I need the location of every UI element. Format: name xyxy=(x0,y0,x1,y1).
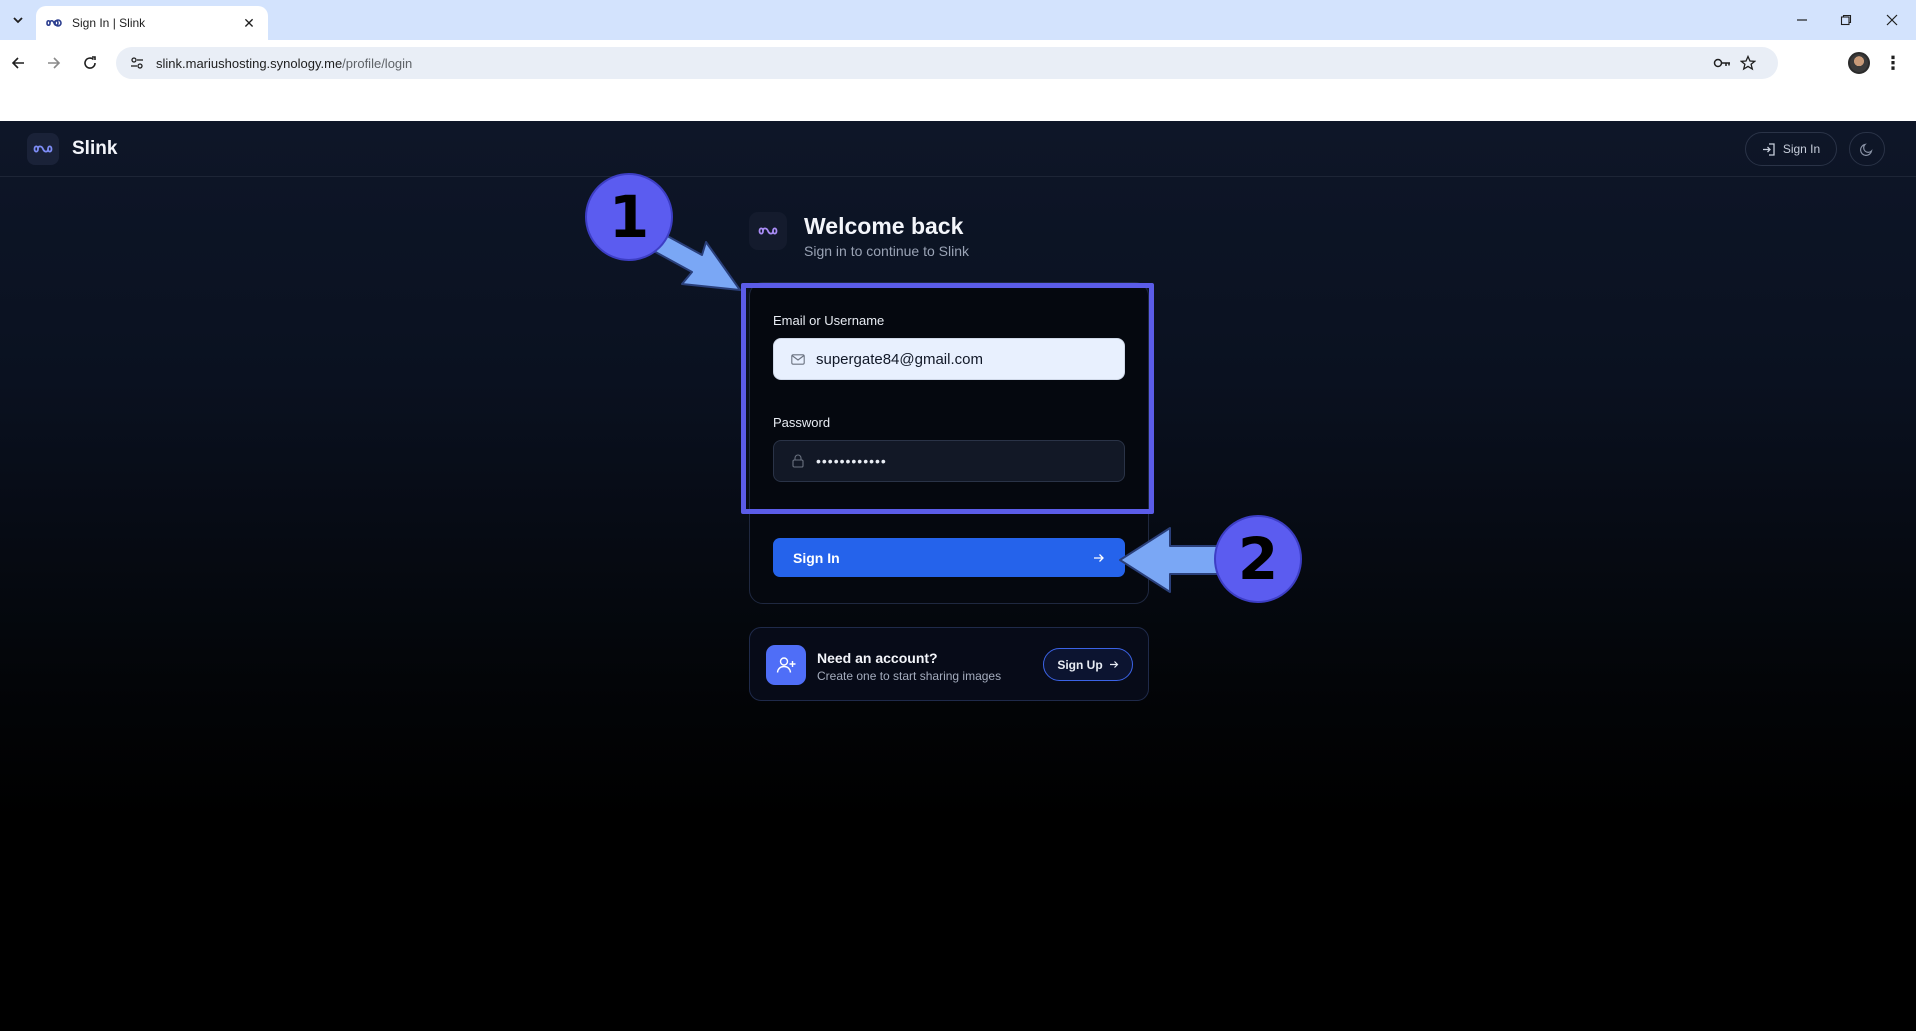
page-title: Welcome back xyxy=(804,213,964,239)
toolbar-spacer xyxy=(0,86,1916,121)
signup-button[interactable]: Sign Up xyxy=(1043,648,1133,681)
page-subtitle: Sign in to continue to Slink xyxy=(804,243,969,259)
restore-button[interactable] xyxy=(1832,8,1860,32)
add-user-icon xyxy=(766,645,806,685)
password-key-icon[interactable] xyxy=(1712,53,1732,73)
browser-tabstrip: Sign In | Slink ✕ xyxy=(0,0,1916,40)
step-2-number: 2 xyxy=(1237,525,1279,593)
url-host: slink.mariushosting.synology.me xyxy=(156,55,343,71)
address-bar[interactable]: slink.mariushosting.synology.me/profile/… xyxy=(116,47,1778,79)
forward-button[interactable] xyxy=(41,50,67,76)
browser-tab[interactable]: Sign In | Slink ✕ xyxy=(36,6,268,40)
restore-icon xyxy=(1840,14,1852,26)
minimize-icon xyxy=(1797,19,1807,21)
arrow-left-icon xyxy=(11,57,24,69)
reload-button[interactable] xyxy=(77,50,103,76)
arrow-right-icon xyxy=(48,57,61,69)
back-button[interactable] xyxy=(5,50,31,76)
tab-close-icon[interactable]: ✕ xyxy=(240,14,258,32)
close-icon xyxy=(1886,14,1898,26)
slink-favicon-icon xyxy=(46,15,62,31)
chevron-down-icon xyxy=(13,17,23,24)
tab-list-button[interactable] xyxy=(6,8,30,32)
form-highlight-box xyxy=(741,283,1154,514)
profile-avatar[interactable] xyxy=(1848,52,1870,74)
signup-button-label: Sign Up xyxy=(1057,657,1103,672)
brand-name[interactable]: Slink xyxy=(72,138,117,160)
arrow-right-icon xyxy=(1109,661,1119,668)
browser-menu-icon[interactable]: ⋮ xyxy=(1882,51,1904,75)
app-header: Slink Sign In xyxy=(0,121,1916,177)
reload-icon xyxy=(84,56,96,69)
site-info-icon[interactable] xyxy=(126,52,148,74)
theme-toggle-button[interactable] xyxy=(1849,132,1885,166)
browser-toolbar: slink.mariushosting.synology.me/profile/… xyxy=(0,40,1916,86)
welcome-logo-icon xyxy=(749,212,787,250)
step-1-number: 1 xyxy=(608,183,650,251)
minimize-button[interactable] xyxy=(1788,8,1816,32)
slink-logo-icon[interactable] xyxy=(27,133,59,165)
signup-prompt-title: Need an account? xyxy=(817,650,938,666)
close-window-button[interactable] xyxy=(1878,8,1906,32)
moon-icon xyxy=(1860,143,1873,156)
signin-button-label: Sign In xyxy=(793,549,840,566)
tab-title: Sign In | Slink xyxy=(72,16,146,30)
arrow-right-icon xyxy=(1094,553,1104,562)
url-text: slink.mariushosting.synology.me/profile/… xyxy=(156,56,412,71)
step-1-badge: 1 xyxy=(585,173,673,261)
bookmark-star-icon[interactable] xyxy=(1738,53,1758,73)
step-2-badge: 2 xyxy=(1214,515,1302,603)
url-path: /profile/login xyxy=(342,55,413,71)
signin-button[interactable]: Sign In xyxy=(773,538,1125,577)
header-signin-button[interactable]: Sign In xyxy=(1745,132,1837,166)
signup-prompt-subtitle: Create one to start sharing images xyxy=(817,669,1002,683)
header-signin-label: Sign In xyxy=(1782,142,1821,156)
login-icon xyxy=(1762,142,1775,156)
